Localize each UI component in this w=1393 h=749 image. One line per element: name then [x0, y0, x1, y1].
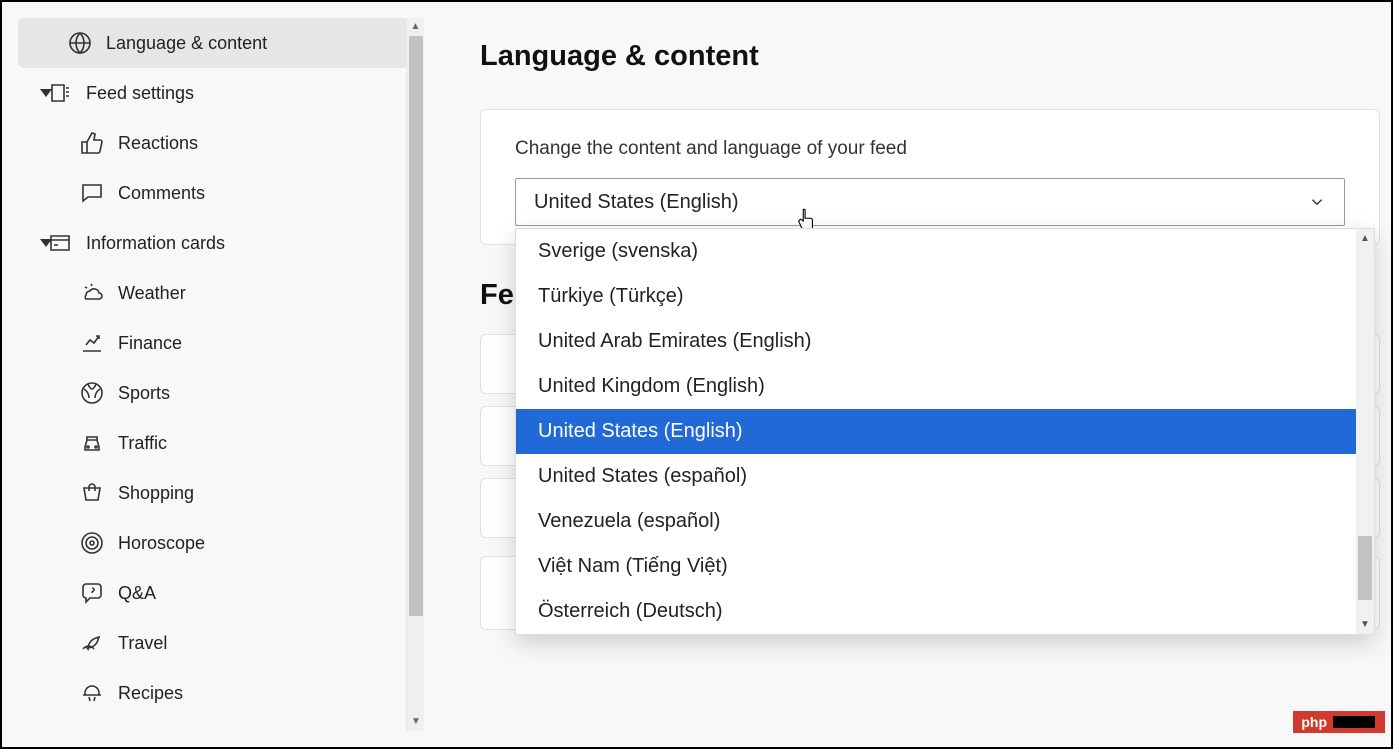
dropdown-option[interactable]: United Arab Emirates (English)	[516, 319, 1374, 364]
language-dropdown-list: Sverige (svenska)Türkiye (Türkçe)United …	[515, 228, 1375, 635]
horoscope-icon	[80, 531, 104, 555]
dropdown-option[interactable]: United Kingdom (English)	[516, 364, 1374, 409]
recipes-icon	[80, 681, 104, 705]
main-content: Language & content Change the content an…	[424, 2, 1391, 747]
sidebar-item-comment[interactable]: Comments	[18, 168, 408, 218]
php-badge: php	[1293, 711, 1385, 733]
page-title: Language & content	[480, 40, 1391, 73]
dropdown-selected-value: United States (English)	[534, 191, 739, 214]
sidebar-item-label: Reactions	[118, 133, 198, 154]
language-dropdown-button[interactable]: United States (English)	[515, 178, 1345, 226]
scroll-up-icon[interactable]: ▲	[407, 18, 424, 34]
sidebar-item-label: Weather	[118, 283, 186, 304]
sidebar-item-label: Recipes	[118, 683, 183, 704]
sidebar-item-finance[interactable]: Finance	[18, 318, 408, 368]
sidebar-item-traffic[interactable]: Traffic	[18, 418, 408, 468]
sidebar-item-label: Information cards	[86, 233, 225, 254]
sidebar-item-sports[interactable]: Sports	[18, 368, 408, 418]
sidebar-item-travel[interactable]: Travel	[18, 618, 408, 668]
sidebar-item-qa[interactable]: Q&A	[18, 568, 408, 618]
sidebar: Language & content Feed settings Reactions…	[2, 2, 424, 747]
scroll-down-icon[interactable]: ▼	[411, 713, 421, 729]
sidebar-item-label: Horoscope	[118, 533, 205, 554]
dropdown-option[interactable]: Sverige (svenska)	[516, 229, 1374, 274]
scroll-down-icon[interactable]: ▼	[1360, 619, 1370, 630]
sports-icon	[80, 381, 104, 405]
globe-icon	[68, 31, 92, 55]
dropdown-option[interactable]: Türkiye (Türkçe)	[516, 274, 1374, 319]
language-card-description: Change the content and language of your …	[515, 138, 1345, 160]
scrollbar-thumb[interactable]	[1358, 536, 1372, 600]
qa-icon	[80, 581, 104, 605]
sidebar-item-horoscope[interactable]: Horoscope	[18, 518, 408, 568]
language-card: Change the content and language of your …	[480, 109, 1380, 245]
badge-block	[1333, 716, 1375, 728]
traffic-icon	[80, 431, 104, 455]
scrollbar-thumb[interactable]	[409, 36, 423, 616]
badge-text: php	[1301, 714, 1327, 730]
sidebar-item-label: Q&A	[118, 583, 156, 604]
settings-window: Language & content Feed settings Reactions…	[0, 0, 1393, 749]
sidebar-item-weather[interactable]: Weather	[18, 268, 408, 318]
scroll-up-icon[interactable]: ▲	[1360, 233, 1370, 244]
sidebar-item-label: Finance	[118, 333, 182, 354]
comment-icon	[80, 181, 104, 205]
dropdown-option[interactable]: United States (español)	[516, 454, 1374, 499]
sidebar-item-card[interactable]: Information cards	[18, 218, 408, 268]
weather-icon	[80, 281, 104, 305]
travel-icon	[80, 631, 104, 655]
sidebar-item-thumb[interactable]: Reactions	[18, 118, 408, 168]
dropdown-option[interactable]: Venezuela (español)	[516, 499, 1374, 544]
caret-icon	[40, 239, 52, 247]
shopping-icon	[80, 481, 104, 505]
sidebar-scrollbar[interactable]: ▲ ▼	[406, 18, 424, 731]
sidebar-item-recipes[interactable]: Recipes	[18, 668, 408, 718]
sidebar-item-globe[interactable]: Language & content	[18, 18, 408, 68]
sidebar-item-label: Shopping	[118, 483, 194, 504]
sidebar-item-feed[interactable]: Feed settings	[18, 68, 408, 118]
caret-icon	[40, 89, 52, 97]
language-dropdown: United States (English) Sverige (svenska…	[515, 178, 1345, 226]
finance-icon	[80, 331, 104, 355]
dropdown-scrollbar[interactable]: ▲ ▼	[1356, 229, 1374, 634]
dropdown-option[interactable]: Việt Nam (Tiếng Việt)	[516, 544, 1374, 589]
sidebar-item-label: Travel	[118, 633, 167, 654]
sidebar-item-label: Traffic	[118, 433, 167, 454]
sidebar-item-label: Language & content	[106, 33, 267, 54]
sidebar-item-label: Feed settings	[86, 83, 194, 104]
sidebar-item-shopping[interactable]: Shopping	[18, 468, 408, 518]
dropdown-option[interactable]: United States (English)	[516, 409, 1374, 454]
dropdown-option[interactable]: Österreich (Deutsch)	[516, 589, 1374, 634]
sidebar-item-label: Sports	[118, 383, 170, 404]
thumb-icon	[80, 131, 104, 155]
sidebar-item-label: Comments	[118, 183, 205, 204]
chevron-down-icon	[1308, 193, 1326, 211]
